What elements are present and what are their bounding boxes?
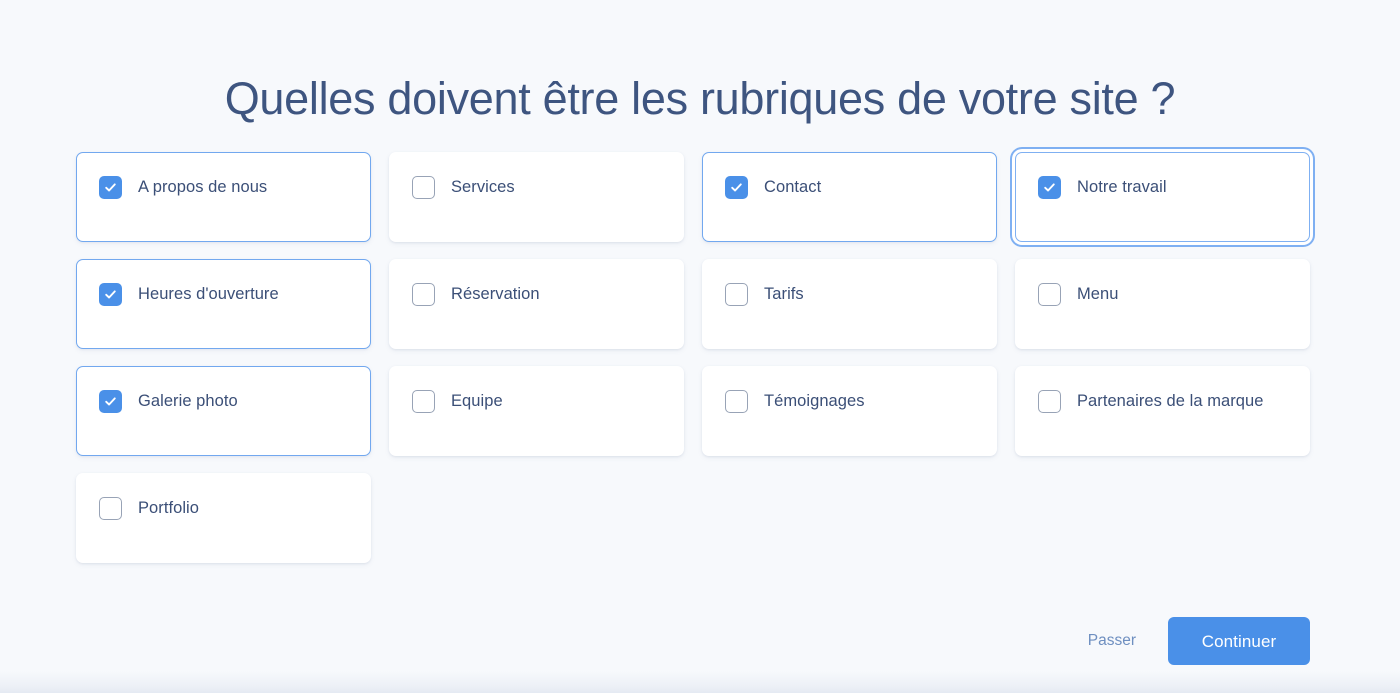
checkbox-unchecked-icon[interactable] [725, 390, 748, 413]
option-card[interactable]: Tarifs [702, 259, 997, 349]
option-card[interactable]: Témoignages [702, 366, 997, 456]
option-label: Réservation [451, 285, 540, 303]
option-card[interactable]: Galerie photo [76, 366, 371, 456]
continue-button[interactable]: Continuer [1168, 617, 1310, 665]
checkbox-unchecked-icon[interactable] [725, 283, 748, 306]
option-card[interactable]: A propos de nous [76, 152, 371, 242]
checkbox-unchecked-icon[interactable] [1038, 390, 1061, 413]
option-card[interactable]: Equipe [389, 366, 684, 456]
page-title: Quelles doivent être les rubriques de vo… [224, 73, 1176, 125]
option-label: Heures d'ouverture [138, 285, 279, 303]
site-sections-checkbox-grid: A propos de nous Services Contact Notre tra… [76, 152, 1324, 563]
checkbox-checked-icon[interactable] [1038, 176, 1061, 199]
option-label: Partenaires de la marque [1077, 392, 1264, 410]
onboarding-page: Quelles doivent être les rubriques de vo… [0, 0, 1400, 693]
check-mark-icon [1039, 177, 1060, 198]
checkbox-checked-icon[interactable] [99, 283, 122, 306]
option-label: Equipe [451, 392, 503, 410]
checkbox-unchecked-icon[interactable] [1038, 283, 1061, 306]
skip-button[interactable]: Passer [1074, 622, 1150, 660]
option-card[interactable]: Réservation [389, 259, 684, 349]
option-card[interactable]: Services [389, 152, 684, 242]
option-label: Services [451, 178, 515, 196]
page-bottom-shade [0, 671, 1400, 693]
checkbox-unchecked-icon[interactable] [412, 390, 435, 413]
checkbox-unchecked-icon[interactable] [99, 497, 122, 520]
checkbox-checked-icon[interactable] [99, 176, 122, 199]
option-label: Notre travail [1077, 178, 1167, 196]
option-label: Tarifs [764, 285, 804, 303]
option-label: Contact [764, 178, 822, 196]
check-mark-icon [100, 177, 121, 198]
check-mark-icon [100, 284, 121, 305]
option-card[interactable]: Heures d'ouverture [76, 259, 371, 349]
option-card[interactable]: Partenaires de la marque [1015, 366, 1310, 456]
checkbox-checked-icon[interactable] [99, 390, 122, 413]
option-card[interactable]: Notre travail [1015, 152, 1310, 242]
option-card[interactable]: Menu [1015, 259, 1310, 349]
checkbox-unchecked-icon[interactable] [412, 283, 435, 306]
option-label: Témoignages [764, 392, 865, 410]
footer-actions: Passer Continuer [1074, 617, 1310, 665]
option-label: Galerie photo [138, 392, 238, 410]
option-label: A propos de nous [138, 178, 268, 196]
option-label: Menu [1077, 285, 1119, 303]
checkbox-unchecked-icon[interactable] [412, 176, 435, 199]
option-label: Portfolio [138, 499, 199, 517]
option-card[interactable]: Portfolio [76, 473, 371, 563]
checkbox-checked-icon[interactable] [725, 176, 748, 199]
option-card[interactable]: Contact [702, 152, 997, 242]
check-mark-icon [100, 391, 121, 412]
check-mark-icon [726, 177, 747, 198]
